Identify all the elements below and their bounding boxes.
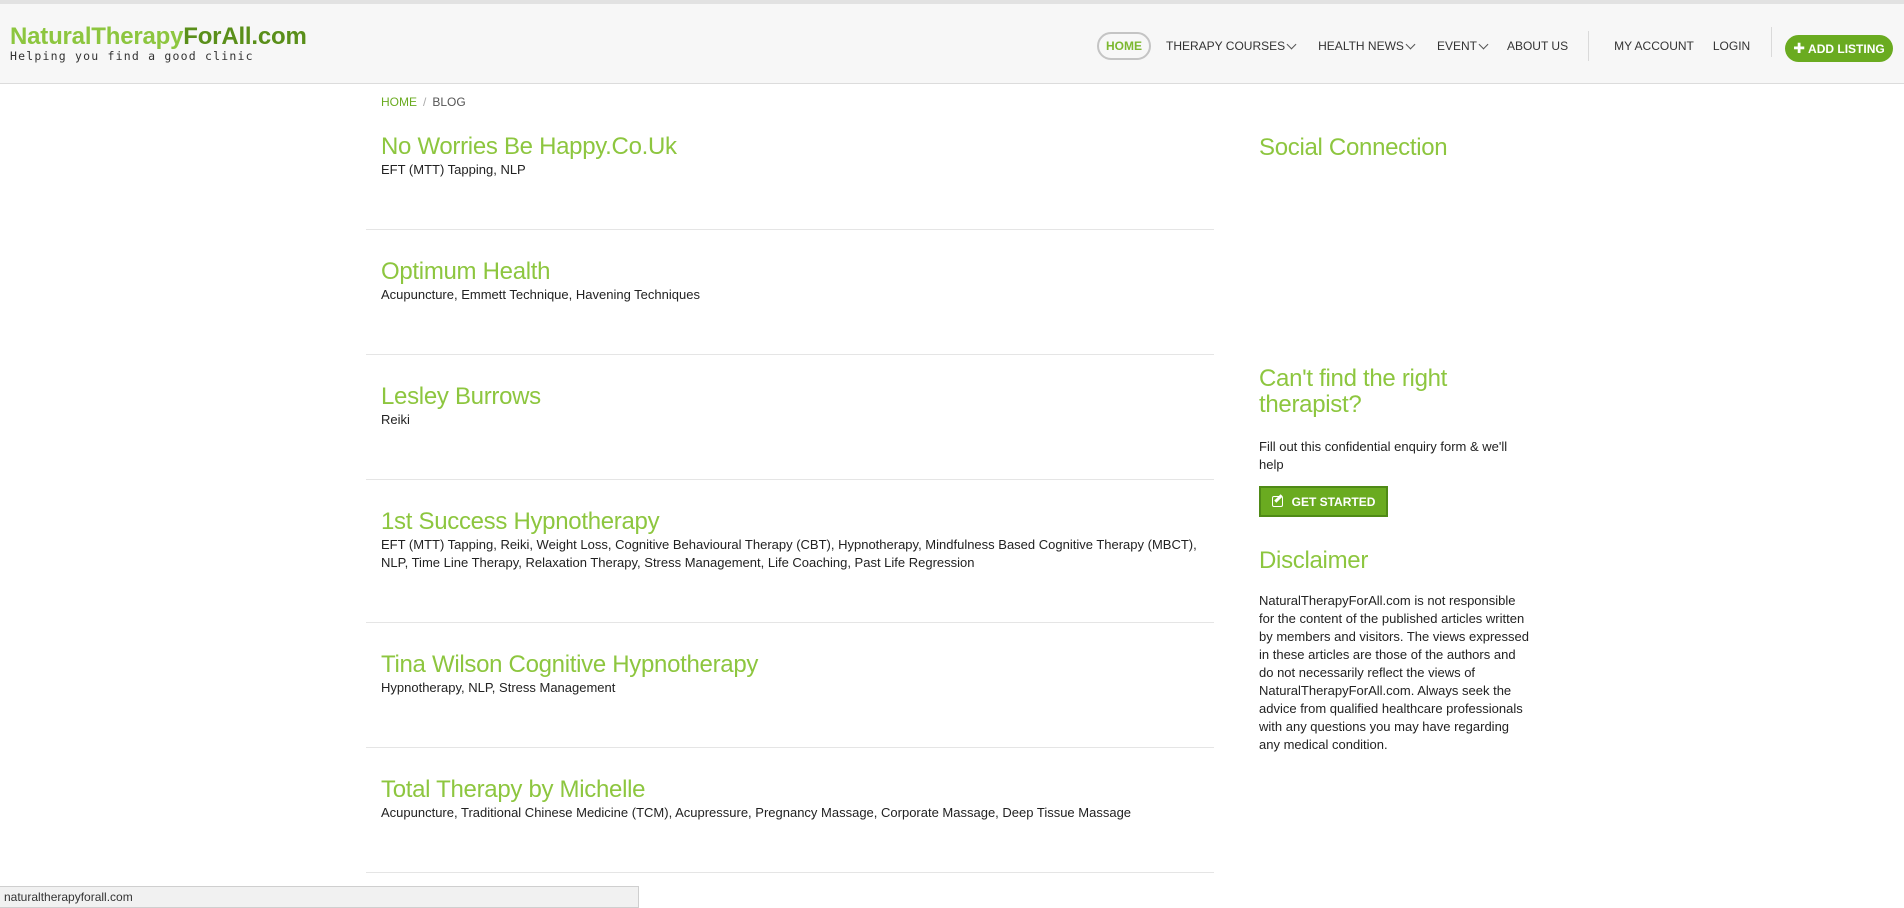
nav-home-label: HOME <box>1106 39 1142 53</box>
add-listing-button[interactable]: ✚ ADD LISTING <box>1785 35 1893 62</box>
main-nav: HOME THERAPY COURSES HEALTH NEWS EVENT A… <box>1097 31 1750 61</box>
nav-therapy-courses-label: THERAPY COURSES <box>1166 39 1286 53</box>
list-item: Optimum Health Acupuncture, Emmett Techn… <box>366 230 1214 355</box>
nav-login[interactable]: LOGIN <box>1713 31 1750 61</box>
find-therapist-text: Fill out this confidential enquiry form … <box>1259 439 1508 472</box>
nav-home[interactable]: HOME <box>1097 32 1151 60</box>
add-listing-label: ADD LISTING <box>1808 41 1885 56</box>
chevron-down-icon <box>1478 39 1489 49</box>
breadcrumb-separator: / <box>423 95 427 109</box>
nav-about-us-label: ABOUT US <box>1506 39 1569 53</box>
nav-about-us[interactable]: ABOUT US <box>1507 31 1568 61</box>
listing-tags: Reiki <box>381 412 410 427</box>
site-header: NaturalTherapyForAll.com Helping you fin… <box>0 4 1904 84</box>
logo-text-part2: ForAll.com <box>183 23 307 50</box>
list-item: Total Therapy by Michelle Acupuncture, T… <box>366 748 1214 873</box>
nav-therapy-courses[interactable]: THERAPY COURSES <box>1166 31 1297 61</box>
listing-title[interactable]: 1st Success Hypnotherapy <box>381 508 660 536</box>
disclaimer-text: NaturalTherapyForAll.com is not responsi… <box>1259 593 1529 752</box>
listing-title[interactable]: Total Therapy by Michelle <box>381 776 646 804</box>
plus-icon: ✚ <box>1793 40 1806 56</box>
nav-health-news-label: HEALTH NEWS <box>1318 39 1404 53</box>
list-item: 1st Success Hypnotherapy EFT (MTT) Tappi… <box>366 480 1214 623</box>
listing-title[interactable]: Optimum Health <box>381 258 551 286</box>
browser-status-bar: naturaltherapyforall.com <box>0 886 639 908</box>
listing-tags: Acupuncture, Emmett Technique, Havening … <box>381 287 700 302</box>
nav-divider <box>1771 27 1772 57</box>
listing-title[interactable]: Tina Wilson Cognitive Hypnotherapy <box>381 651 758 679</box>
get-started-label: GET STARTED <box>1291 494 1376 509</box>
list-item: Tina Wilson Cognitive Hypnotherapy Hypno… <box>366 623 1214 748</box>
logo-text: NaturalTherapyForAll.com <box>10 24 307 50</box>
listing-tags: EFT (MTT) Tapping, Reiki, Weight Loss, C… <box>381 537 1197 570</box>
listing-tags: Acupuncture, Traditional Chinese Medicin… <box>381 805 1132 820</box>
listing-title[interactable]: No Worries Be Happy.Co.Uk <box>381 133 677 161</box>
logo-tagline: Helping you find a good clinic <box>10 49 254 63</box>
nav-health-news[interactable]: HEALTH NEWS <box>1318 31 1416 61</box>
edit-icon <box>1271 496 1283 507</box>
disclaimer-heading: Disclaimer <box>1259 547 1369 574</box>
chevron-down-icon <box>1286 39 1297 49</box>
logo-text-part1: NaturalTherapy <box>10 23 184 50</box>
listing-title[interactable]: Lesley Burrows <box>381 383 541 411</box>
site-logo[interactable]: NaturalTherapyForAll.com Helping you fin… <box>10 24 307 63</box>
breadcrumb: HOME / BLOG <box>381 95 466 109</box>
nav-my-account[interactable]: MY ACCOUNT <box>1614 31 1694 61</box>
find-therapist-heading: Can't find the right therapist? <box>1259 365 1448 418</box>
list-item: Lesley Burrows Reiki <box>366 355 1214 480</box>
social-connection-heading: Social Connection <box>1259 134 1448 161</box>
get-started-button[interactable]: GET STARTED <box>1259 486 1388 517</box>
nav-login-label: LOGIN <box>1712 39 1751 53</box>
status-url: naturaltherapyforall.com <box>4 890 133 904</box>
listing-tags: Hypnotherapy, NLP, Stress Management <box>381 680 616 695</box>
breadcrumb-current: BLOG <box>432 95 466 109</box>
nav-event-label: EVENT <box>1436 39 1477 53</box>
nav-my-account-label: MY ACCOUNT <box>1614 39 1694 53</box>
list-item: No Worries Be Happy.Co.Uk EFT (MTT) Tapp… <box>366 130 1214 230</box>
breadcrumb-home[interactable]: HOME <box>381 95 417 109</box>
chevron-down-icon <box>1405 39 1416 49</box>
listing-tags: EFT (MTT) Tapping, NLP <box>381 162 526 177</box>
nav-divider <box>1588 31 1590 61</box>
nav-event[interactable]: EVENT <box>1436 31 1489 61</box>
